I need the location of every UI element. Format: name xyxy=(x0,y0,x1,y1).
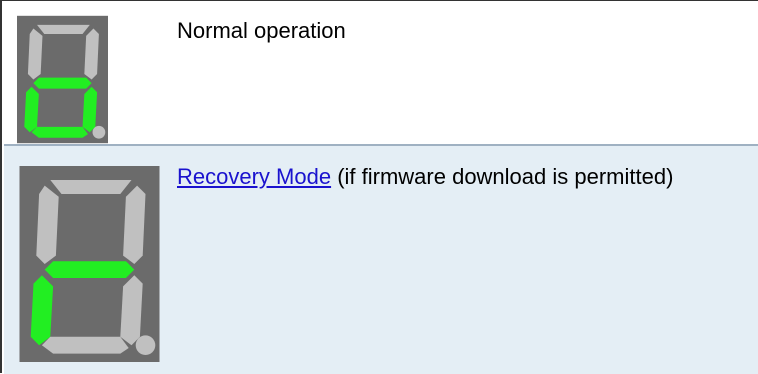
status-description: Recovery Mode (if firmware download is p… xyxy=(177,164,673,190)
segment-g xyxy=(44,261,135,278)
segment-d xyxy=(41,336,129,354)
segment-a xyxy=(37,24,90,34)
table-row: Recovery Mode (if firmware download is p… xyxy=(4,146,758,374)
seven-segment-display xyxy=(17,15,108,144)
led-status-table: Normal operation Recovery Mode (if firmw… xyxy=(0,0,758,374)
table-row: Normal operation xyxy=(4,2,758,146)
segment-b xyxy=(84,28,99,80)
segment-f xyxy=(27,28,43,80)
segment-g xyxy=(33,77,92,89)
segment-d xyxy=(31,126,88,138)
seven-segment-o-icon xyxy=(17,14,108,145)
description-suffix: (if firmware download is permitted) xyxy=(331,164,674,189)
segment-a xyxy=(50,180,132,194)
seven-segment-display xyxy=(19,166,160,362)
segment-e xyxy=(24,86,39,133)
segment-f xyxy=(36,185,59,264)
decimal-point xyxy=(92,125,106,139)
recovery-mode-link[interactable]: Recovery Mode xyxy=(177,164,331,189)
segment-e xyxy=(30,275,54,346)
decimal-point xyxy=(135,335,156,355)
segment-b xyxy=(123,185,146,264)
seven-segment-r-icon xyxy=(17,166,162,362)
status-description: Normal operation xyxy=(177,18,346,43)
